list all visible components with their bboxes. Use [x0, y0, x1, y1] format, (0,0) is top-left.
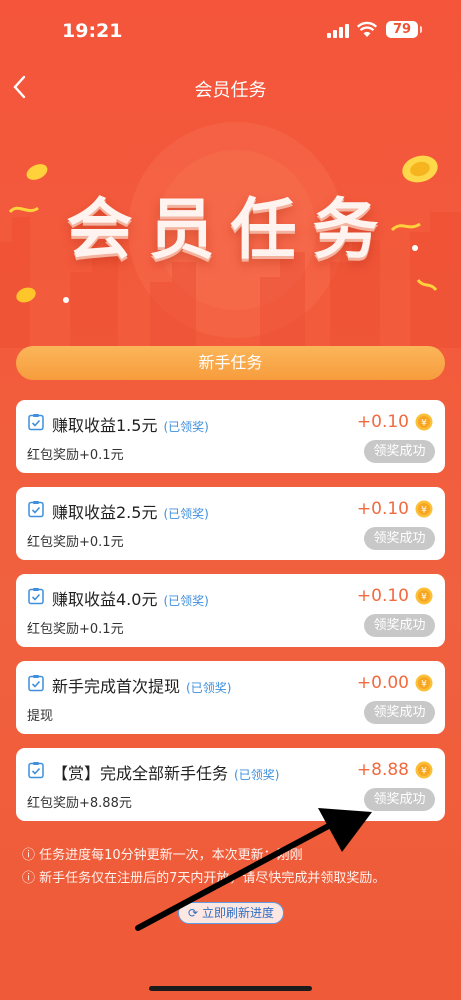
clipboard-check-icon [28, 762, 44, 779]
task-title: 新手完成首次提现 [52, 677, 181, 696]
task-card: 【赏】完成全部新手任务 (已领奖) 红包奖励+8.88元 +8.88 ¥ 领奖成功 [16, 748, 445, 821]
page-title: 会员任务 [194, 80, 267, 101]
section-newbie-tasks: 新手任务 [16, 346, 445, 380]
status-bar: 19:21 79 [0, 0, 461, 60]
task-reward-text: 红包奖励+0.1元 [27, 622, 124, 637]
task-card: 赚取收益4.0元 (已领奖) 红包奖励+0.1元 +0.10 ¥ 领奖成功 [16, 574, 445, 647]
yuan-coin-icon: ¥ [415, 674, 433, 692]
progress-update-note: ⓘ 任务进度每10分钟更新一次，本次更新：刚刚 [22, 848, 303, 863]
svg-text:¥: ¥ [421, 506, 427, 516]
task-amount: +0.00 [356, 673, 409, 693]
task-status-tag: (已领奖) [163, 507, 209, 521]
task-reward-text: 红包奖励+0.1元 [27, 448, 124, 463]
task-amount: +0.10 [356, 499, 409, 519]
home-indicator [149, 986, 312, 991]
claim-success-button[interactable]: 领奖成功 [364, 440, 435, 463]
claim-success-button[interactable]: 领奖成功 [364, 527, 435, 550]
task-title: 【赏】完成全部新手任务 [52, 764, 229, 783]
yuan-coin-icon: ¥ [415, 413, 433, 431]
claim-success-button[interactable]: 领奖成功 [364, 614, 435, 637]
clipboard-check-icon [28, 414, 44, 431]
task-status-tag: (已领奖) [163, 594, 209, 608]
wifi-icon [357, 21, 377, 37]
task-title: 赚取收益4.0元 [52, 590, 158, 609]
task-reward-text: 红包奖励+0.1元 [27, 535, 124, 550]
clipboard-check-icon [28, 588, 44, 605]
task-amount: +0.10 [356, 586, 409, 606]
svg-text:¥: ¥ [421, 680, 427, 690]
task-status-tag: (已领奖) [163, 420, 209, 434]
task-card: 赚取收益2.5元 (已领奖) 红包奖励+0.1元 +0.10 ¥ 领奖成功 [16, 487, 445, 560]
svg-text:¥: ¥ [421, 419, 427, 429]
claim-success-button[interactable]: 领奖成功 [364, 788, 435, 811]
signal-icon [327, 24, 349, 38]
task-amount: +0.10 [356, 412, 409, 432]
clipboard-check-icon [28, 675, 44, 692]
svg-text:¥: ¥ [421, 593, 427, 603]
yuan-coin-icon: ¥ [415, 587, 433, 605]
yuan-coin-icon: ¥ [415, 500, 433, 518]
task-status-tag: (已领奖) [186, 681, 232, 695]
task-reward-text: 红包奖励+8.88元 [27, 796, 132, 811]
refresh-icon: ⟳ [188, 906, 199, 920]
task-title: 赚取收益2.5元 [52, 503, 158, 522]
hero-title: 会员任务 [66, 191, 395, 268]
task-reward-text: 提现 [27, 709, 54, 724]
refresh-label: 立即刷新进度 [201, 906, 274, 920]
refresh-progress-button[interactable]: ⟳ 立即刷新进度 [178, 902, 284, 924]
claim-success-button[interactable]: 领奖成功 [364, 701, 435, 724]
task-title: 赚取收益1.5元 [52, 416, 158, 435]
nav-bar: 会员任务 [0, 66, 461, 110]
task-card: 赚取收益1.5元 (已领奖) 红包奖励+0.1元 +0.10 ¥ 领奖成功 [16, 400, 445, 473]
svg-text:¥: ¥ [421, 767, 427, 777]
clipboard-check-icon [28, 501, 44, 518]
status-time: 19:21 [62, 20, 123, 42]
battery-icon: 79 [386, 21, 422, 38]
newbie-task-rule-note: ⓘ 新手任务仅在注册后的7天内开放，请尽快完成并领取奖励。 [22, 871, 386, 886]
task-card: 新手完成首次提现 (已领奖) 提现 +0.00 ¥ 领奖成功 [16, 661, 445, 734]
yuan-coin-icon: ¥ [415, 761, 433, 779]
task-status-tag: (已领奖) [234, 768, 280, 782]
task-amount: +8.88 [356, 760, 409, 780]
